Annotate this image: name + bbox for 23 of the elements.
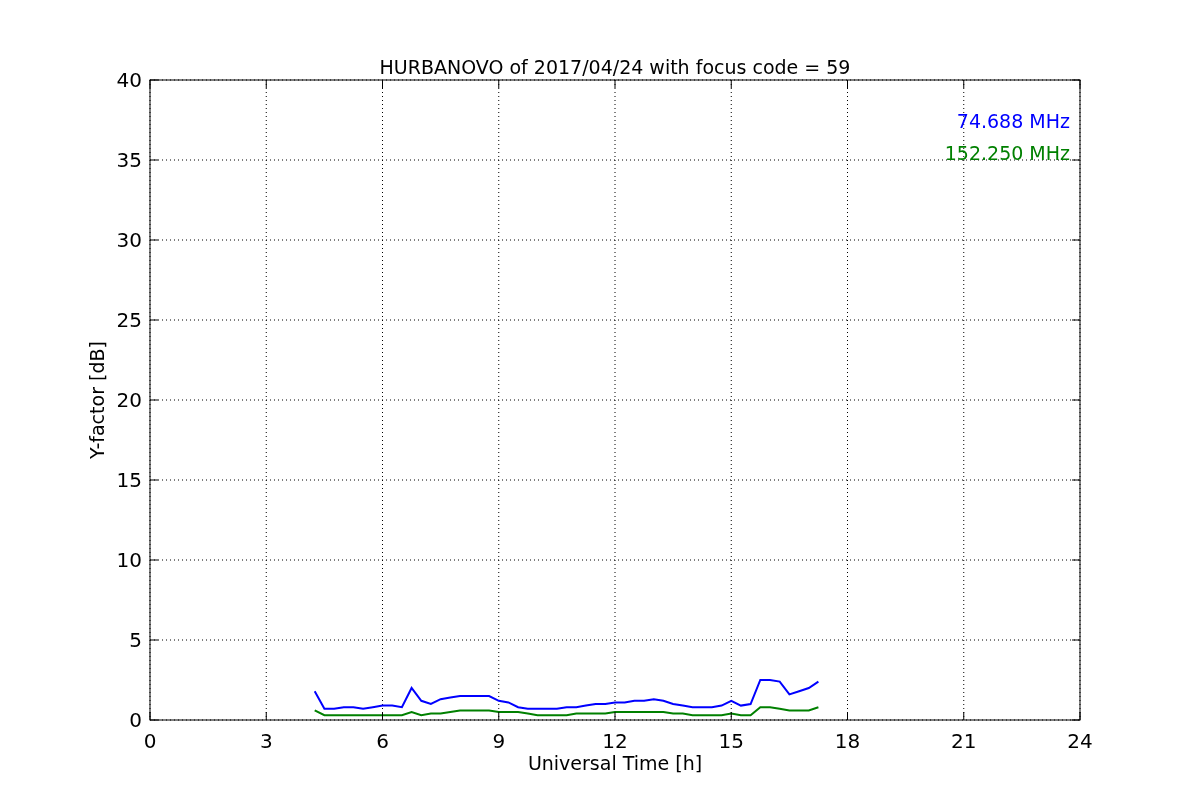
tick-label: 3 — [259, 729, 273, 753]
tick-label: 35 — [116, 148, 142, 172]
tick-label: 15 — [718, 729, 744, 753]
tick-label: 20 — [116, 388, 142, 412]
tick-label: 24 — [1067, 729, 1093, 753]
legend-label: 152.250 MHz — [944, 142, 1070, 164]
tick-label: 21 — [951, 729, 977, 753]
tick-label: 12 — [602, 729, 628, 753]
tick-label: 6 — [376, 729, 389, 753]
tick-label: 0 — [129, 708, 142, 732]
tick-label: 10 — [116, 548, 142, 572]
tick-label: 40 — [116, 68, 142, 92]
legend-label: 74.688 MHz — [956, 110, 1070, 132]
chart-title: HURBANOVO of 2017/04/24 with focus code = 59 — [379, 56, 851, 78]
tick-label: 0 — [143, 729, 157, 753]
tick-label: 5 — [129, 628, 142, 652]
tick-label: 15 — [116, 468, 142, 492]
axis-label: Y-factor [dB] — [86, 341, 108, 459]
axis-label: Universal Time [h] — [527, 752, 703, 774]
tick-label: 18 — [834, 729, 861, 753]
tick-label: 9 — [492, 729, 506, 753]
tick-label: 25 — [116, 308, 142, 332]
tick-label: 30 — [116, 228, 142, 252]
